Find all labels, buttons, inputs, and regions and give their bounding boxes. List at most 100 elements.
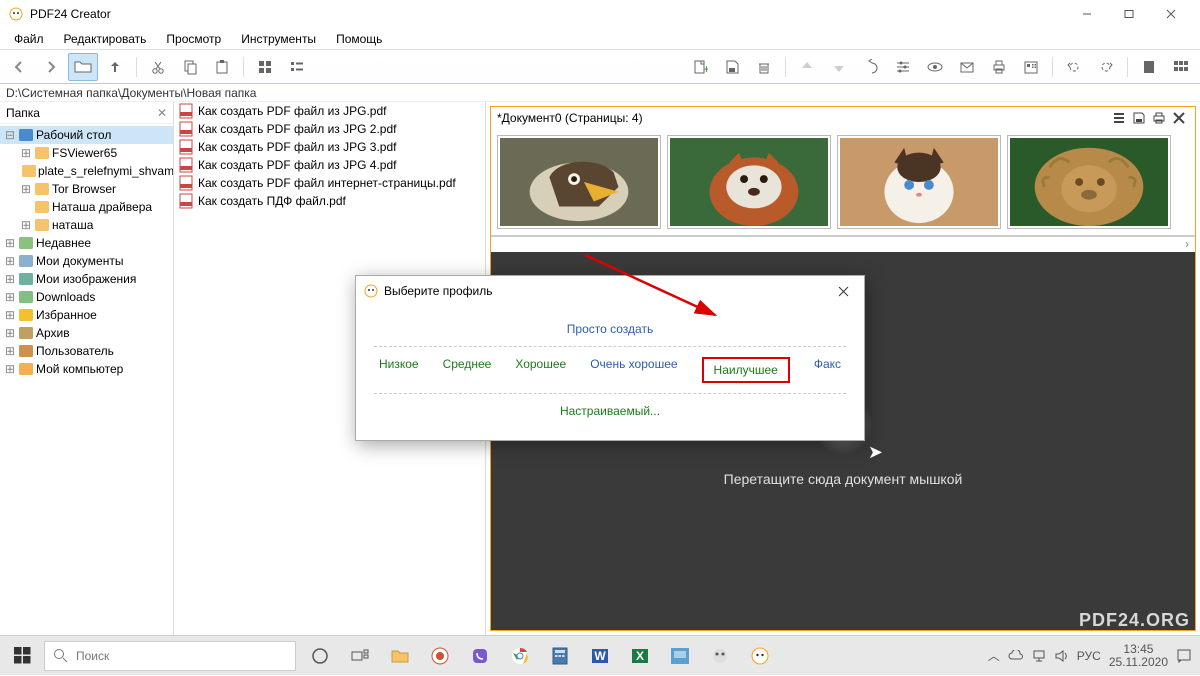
file-row-2[interactable]: Как создать PDF файл из JPG 3.pdf [174, 138, 485, 156]
tree-item-3[interactable]: ⊞Tor Browser [0, 180, 173, 198]
tree-item-1[interactable]: ⊞FSViewer65 [0, 144, 173, 162]
tray-time: 13:45 [1109, 643, 1168, 656]
grid-view-button[interactable] [250, 53, 280, 81]
task-chrome-icon[interactable] [500, 636, 540, 676]
profile-good[interactable]: Хорошее [515, 357, 566, 383]
page-thumb-4[interactable] [1007, 135, 1171, 229]
preview-button[interactable] [920, 53, 950, 81]
tree-item-11[interactable]: ⊞Архив [0, 324, 173, 342]
file-row-5[interactable]: Как создать ПДФ файл.pdf [174, 192, 485, 210]
tree-close-icon[interactable]: ✕ [157, 106, 167, 120]
scroll-right-icon[interactable]: › [1179, 237, 1195, 252]
folder-open-button[interactable] [68, 53, 98, 81]
tree-item-0[interactable]: ⊟Рабочий стол [0, 126, 173, 144]
tray-lang[interactable]: РУС [1077, 649, 1101, 663]
tray-notifications-icon[interactable] [1176, 648, 1192, 664]
page-view-button[interactable] [1134, 53, 1164, 81]
tree-item-5[interactable]: ⊞наташа [0, 216, 173, 234]
up-button[interactable] [100, 53, 130, 81]
menu-help[interactable]: Помощь [326, 30, 392, 48]
tree-item-7[interactable]: ⊞Мои документы [0, 252, 173, 270]
file-row-3[interactable]: Как создать PDF файл из JPG 4.pdf [174, 156, 485, 174]
doc-menu-icon[interactable] [1109, 108, 1129, 128]
page-thumb-1[interactable] [497, 135, 661, 229]
tree-header: Папка [6, 106, 40, 120]
tray-network-icon[interactable] [1032, 649, 1046, 663]
tree-item-12[interactable]: ⊞Пользователь [0, 342, 173, 360]
tree-item-4[interactable]: Наташа драйвера [0, 198, 173, 216]
start-button[interactable] [0, 636, 44, 676]
doc-close-icon[interactable] [1169, 108, 1189, 128]
file-row-1[interactable]: Как создать PDF файл из JPG 2.pdf [174, 120, 485, 138]
tree-item-13[interactable]: ⊞Мой компьютер [0, 360, 173, 378]
cut-button[interactable] [143, 53, 173, 81]
move-up-button[interactable] [792, 53, 822, 81]
task-calc-icon[interactable] [540, 636, 580, 676]
profile-medium[interactable]: Среднее [443, 357, 492, 383]
menu-view[interactable]: Просмотр [156, 30, 231, 48]
list-view-button[interactable] [282, 53, 312, 81]
task-app3-icon[interactable] [700, 636, 740, 676]
tray-clock[interactable]: 13:45 25.11.2020 [1109, 643, 1168, 669]
minimize-button[interactable] [1066, 0, 1108, 28]
tray-volume-icon[interactable] [1054, 649, 1069, 663]
page-thumb-2[interactable] [667, 135, 831, 229]
task-word-icon[interactable]: W [580, 636, 620, 676]
tree-item-10[interactable]: ⊞Избранное [0, 306, 173, 324]
profile-best[interactable]: Наилучшее [702, 357, 790, 383]
menu-file[interactable]: Файл [4, 30, 54, 48]
forward-button[interactable] [36, 53, 66, 81]
task-excel-icon[interactable]: X [620, 636, 660, 676]
print-button[interactable] [984, 53, 1014, 81]
drop-text: Перетащите сюда документ мышкой [724, 471, 963, 487]
path-text: D:\Системная папка\Документы\Новая папка [6, 86, 256, 100]
profile-very-good[interactable]: Очень хорошее [590, 357, 677, 383]
tree-item-6[interactable]: ⊞Недавнее [0, 234, 173, 252]
doc-save-icon[interactable] [1129, 108, 1149, 128]
paste-button[interactable] [207, 53, 237, 81]
task-explorer-icon[interactable] [380, 636, 420, 676]
task-viber-icon[interactable] [460, 636, 500, 676]
settings-button[interactable] [888, 53, 918, 81]
task-app1-icon[interactable] [420, 636, 460, 676]
profile-custom[interactable]: Настраиваемый... [560, 404, 660, 418]
move-down-button[interactable] [824, 53, 854, 81]
rotate-right-button[interactable] [1091, 53, 1121, 81]
task-view-button[interactable] [300, 636, 340, 676]
page-thumb-3[interactable] [837, 135, 1001, 229]
tree-item-2[interactable]: plate_s_relefnymi_shvam [0, 162, 173, 180]
menu-edit[interactable]: Редактировать [54, 30, 157, 48]
file-row-4[interactable]: Как создать PDF файл интернет-страницы.p… [174, 174, 485, 192]
delete-button[interactable] [749, 53, 779, 81]
task-app2-icon[interactable] [660, 636, 700, 676]
profile-fax[interactable]: Факс [814, 357, 841, 383]
profile-low[interactable]: Низкое [379, 357, 419, 383]
tray-cloud-icon[interactable] [1008, 650, 1024, 662]
task-pdf24-icon[interactable] [740, 636, 780, 676]
save-button[interactable] [717, 53, 747, 81]
copy-button[interactable] [175, 53, 205, 81]
tree-item-8[interactable]: ⊞Мои изображения [0, 270, 173, 288]
taskbar: Поиск W X ︿ РУС 13:45 25.11.2020 [0, 635, 1200, 675]
task-timeline-icon[interactable] [340, 636, 380, 676]
new-doc-button[interactable]: + [685, 53, 715, 81]
tree-item-9[interactable]: ⊞Downloads [0, 288, 173, 306]
menubar: Файл Редактировать Просмотр Инструменты … [0, 28, 1200, 50]
dialog-close-button[interactable] [830, 280, 856, 302]
menu-tools[interactable]: Инструменты [231, 30, 326, 48]
fax-button[interactable] [1016, 53, 1046, 81]
rotate-left-button[interactable] [1059, 53, 1089, 81]
search-input[interactable]: Поиск [44, 641, 296, 671]
profile-create[interactable]: Просто создать [567, 322, 653, 336]
multi-view-button[interactable] [1166, 53, 1196, 81]
undo-button[interactable] [856, 53, 886, 81]
doc-print-icon[interactable] [1149, 108, 1169, 128]
tray-chevron-icon[interactable]: ︿ [988, 647, 1000, 664]
back-button[interactable] [4, 53, 34, 81]
file-row-0[interactable]: Как создать PDF файл из JPG.pdf [174, 102, 485, 120]
svg-text:X: X [636, 649, 644, 663]
email-button[interactable] [952, 53, 982, 81]
search-placeholder: Поиск [76, 649, 109, 663]
close-button[interactable] [1150, 0, 1192, 28]
maximize-button[interactable] [1108, 0, 1150, 28]
